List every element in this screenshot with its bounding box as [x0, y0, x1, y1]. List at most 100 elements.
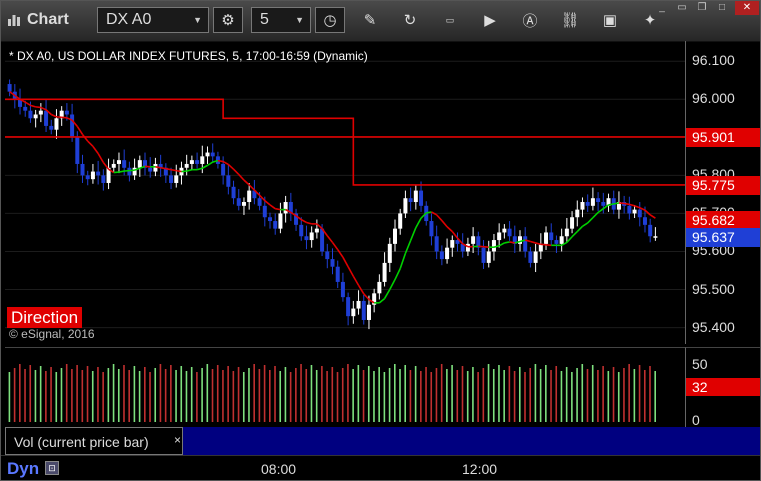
moving-average-segment: [316, 223, 323, 230]
candle-body: [590, 198, 595, 206]
candle-body: [637, 209, 642, 218]
refresh-button[interactable]: ↻: [395, 7, 425, 33]
candle-body: [148, 167, 153, 172]
symbol-input[interactable]: DX A0 ▼: [97, 7, 209, 33]
volume-bar: [347, 364, 349, 422]
candle-body: [523, 236, 528, 252]
candle-body: [210, 152, 215, 157]
volume-bar: [164, 369, 167, 422]
price-marker: 95.901: [686, 127, 760, 147]
volume-bar: [180, 366, 183, 422]
candle-body: [335, 266, 340, 282]
volume-bar: [71, 369, 73, 422]
comment-button[interactable]: ▣: [595, 7, 625, 33]
candle-body: [627, 205, 632, 214]
volume-bar: [45, 371, 47, 422]
volume-bar: [133, 366, 136, 422]
chevron-down-icon[interactable]: ▼: [295, 8, 304, 32]
candle-body: [226, 175, 231, 187]
moving-average-segment: [608, 203, 614, 206]
moving-average-segment: [186, 168, 193, 172]
moving-average-segment: [102, 162, 110, 170]
moving-average-segment: [613, 202, 620, 205]
candle-body: [189, 160, 194, 164]
candle-body: [471, 236, 476, 244]
chart-window: Chart DX A0 ▼ ⚙ 5 ▼ ◷ ✎ ↻ ▭ ▶ Ⓐ ⛓ ▣ ✦ _ …: [0, 0, 761, 481]
candle-body: [314, 228, 319, 233]
candle-body: [200, 156, 205, 164]
volume-bar: [388, 368, 391, 422]
volume-bar: [498, 365, 500, 422]
moving-average-segment: [587, 217, 594, 224]
dynamic-mode-label[interactable]: Dyn: [7, 459, 39, 479]
time-template-button[interactable]: ◷: [315, 7, 345, 33]
volume-bar: [357, 365, 360, 422]
volume-bar: [571, 372, 573, 422]
volume-bar: [55, 372, 58, 422]
data-button[interactable]: ▭: [435, 7, 465, 33]
volume-bar: [643, 370, 646, 422]
moving-average-segment: [504, 241, 510, 244]
close-icon[interactable]: ×: [174, 426, 181, 454]
volume-study-tab[interactable]: Vol (current price bar) ×: [5, 427, 183, 455]
moving-average-segment: [92, 145, 99, 154]
candle-body: [44, 110, 49, 126]
candle-body: [64, 110, 69, 115]
moving-average-segment: [269, 204, 276, 210]
volume-bar: [435, 368, 438, 422]
restore-button[interactable]: ❐: [693, 1, 711, 15]
volume-bar: [237, 367, 240, 422]
moving-average-segment: [160, 166, 166, 170]
volume-bar: [326, 371, 328, 422]
lock-icon[interactable]: ⊡: [45, 461, 59, 475]
moving-average-segment: [40, 106, 47, 111]
link-icon: ⛓: [560, 12, 580, 29]
comment-icon: ▣: [602, 12, 618, 29]
moving-average-segment: [87, 140, 94, 147]
moving-average-segment: [30, 104, 36, 108]
gear-icon: ⚙: [221, 12, 235, 29]
close-button[interactable]: ✕: [735, 1, 759, 15]
candle-body: [528, 251, 533, 263]
candle-body: [377, 281, 382, 294]
link-window-button[interactable]: ▭: [673, 1, 691, 15]
candle-body: [221, 163, 226, 176]
price-chart[interactable]: [5, 41, 685, 344]
study-legend: Vol (current price bar) ×: [5, 427, 760, 455]
candle-body: [387, 243, 392, 263]
candle-body: [309, 232, 314, 241]
minimize-button[interactable]: _: [653, 1, 671, 15]
volume-bar: [451, 365, 453, 422]
time-axis[interactable]: Dyn ⊡ 08:00 12:00: [1, 455, 760, 480]
candle-body: [517, 236, 522, 244]
play-icon: ▶: [484, 12, 496, 29]
price-axis[interactable]: 96.10096.00095.90095.80095.70095.60095.5…: [685, 41, 760, 344]
link-button[interactable]: ⛓: [555, 7, 585, 33]
alert-button[interactable]: Ⓐ: [515, 7, 545, 33]
toolbar: Chart DX A0 ▼ ⚙ 5 ▼ ◷ ✎ ↻ ▭ ▶ Ⓐ ⛓ ▣ ✦ _ …: [1, 1, 760, 42]
volume-bar: [175, 370, 177, 422]
candle-body: [127, 167, 132, 176]
volume-bar: [383, 372, 386, 422]
moving-average-segment: [383, 289, 391, 299]
candle-body: [434, 236, 439, 252]
volume-bar: [378, 367, 380, 422]
maximize-button[interactable]: □: [713, 1, 731, 15]
candle-body: [325, 251, 330, 260]
chevron-down-icon[interactable]: ▼: [193, 8, 202, 32]
moving-average-segment: [227, 163, 235, 170]
moving-average-segment: [597, 208, 604, 214]
candle-body: [49, 125, 54, 130]
interval-settings-button[interactable]: ⚙: [213, 7, 243, 33]
interval-input[interactable]: 5 ▼: [251, 7, 311, 33]
candle-body: [356, 300, 361, 309]
volume-bar: [492, 369, 495, 422]
volume-bar: [602, 366, 604, 422]
volume-pane[interactable]: [5, 347, 685, 427]
moving-average-segment: [76, 125, 84, 135]
candle-body: [596, 198, 601, 203]
volume-axis[interactable]: 50 0 32: [685, 347, 760, 428]
draw-tool-button[interactable]: ✎: [355, 7, 385, 33]
candle-body: [549, 232, 554, 241]
play-button[interactable]: ▶: [475, 7, 505, 33]
